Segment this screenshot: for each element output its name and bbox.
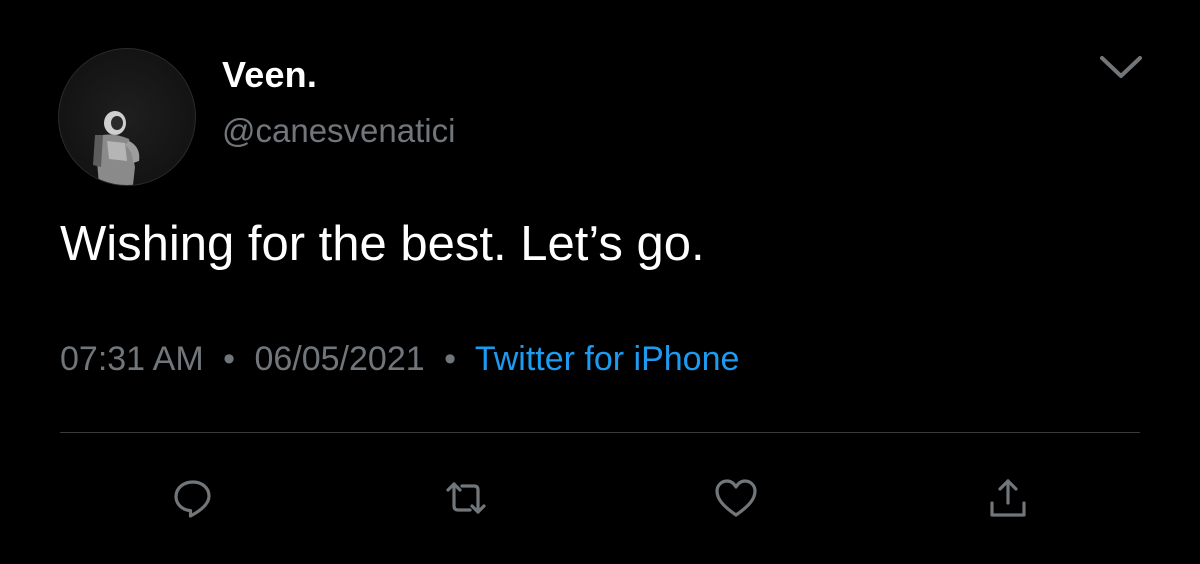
tweet-card: Veen. @canesvenatici Wishing for the bes… [0,0,1200,564]
reply-button[interactable] [169,474,217,522]
share-icon [990,479,1026,517]
separator-dot: • [223,340,236,378]
avatar[interactable] [58,48,196,186]
tweet-text: Wishing for the best. Let’s go. [60,217,705,271]
reply-icon [174,480,211,518]
retweet-button[interactable] [442,474,490,522]
astronaut-icon [93,111,140,185]
share-button[interactable] [984,474,1032,522]
display-name[interactable]: Veen. [222,54,317,96]
retweet-icon [446,482,486,514]
tweet-source-link[interactable]: Twitter for iPhone [475,340,740,378]
user-handle[interactable]: @canesvenatici [222,112,455,150]
separator-dot: • [444,340,456,378]
tweet-metadata: 07:31 AM • 06/05/2021 • Twitter for iPho… [60,340,739,379]
chevron-down-icon[interactable] [1098,52,1144,82]
tweet-date[interactable]: 06/05/2021 [254,340,424,378]
heart-icon [715,479,757,517]
tweet-time[interactable]: 07:31 AM [60,340,204,378]
divider [60,432,1140,433]
like-button[interactable] [712,474,760,522]
